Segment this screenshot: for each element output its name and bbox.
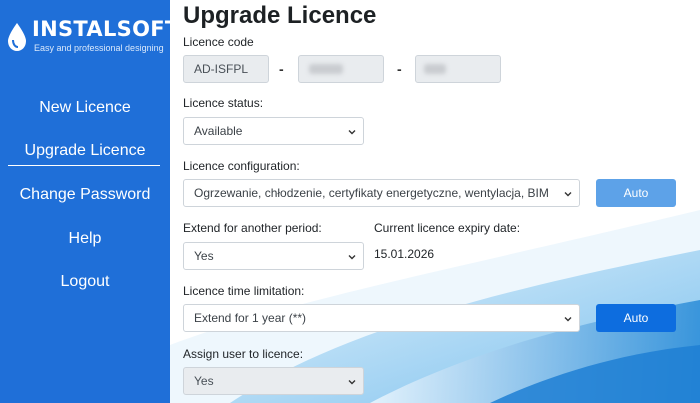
licence-code-part1: AD-ISFPL (183, 55, 269, 83)
extend-period-label: Extend for another period: (183, 221, 322, 235)
sidebar-item-upgrade-licence[interactable]: Upgrade Licence (0, 141, 170, 161)
time-limitation-select[interactable]: Extend for 1 year (**) (183, 304, 580, 332)
chevron-down-icon (348, 380, 356, 385)
sidebar: INSTALSOFT Easy and professional designi… (0, 0, 179, 403)
licence-code-separator-1: - (279, 61, 284, 77)
licence-code-part2 (298, 55, 384, 83)
licence-status-label: Licence status: (183, 96, 264, 110)
sidebar-item-logout[interactable]: Logout (0, 272, 170, 292)
licence-code-separator-2: - (397, 61, 402, 77)
licence-configuration-value: Ogrzewanie, chłodzenie, certyfikaty ener… (194, 186, 549, 200)
licence-configuration-select[interactable]: Ogrzewanie, chłodzenie, certyfikaty ener… (183, 179, 580, 207)
chevron-down-icon (348, 130, 356, 135)
chevron-down-icon (564, 192, 572, 197)
logo-title: INSTALSOFT (32, 17, 180, 41)
chevron-down-icon (348, 255, 356, 260)
sidebar-item-change-password[interactable]: Change Password (0, 185, 170, 205)
licence-configuration-auto-button[interactable]: Auto (596, 179, 676, 207)
main-content: Upgrade Licence Licence code AD-ISFPL - … (170, 0, 700, 403)
water-drop-icon (8, 23, 26, 51)
time-limitation-auto-button[interactable]: Auto (596, 304, 676, 332)
chevron-down-icon (564, 317, 572, 322)
licence-status-value: Available (194, 124, 243, 138)
extend-period-select[interactable]: Yes (183, 242, 364, 270)
sidebar-item-help[interactable]: Help (0, 229, 170, 249)
extend-period-value: Yes (194, 249, 214, 263)
active-nav-underline (8, 165, 160, 166)
page-title: Upgrade Licence (183, 2, 377, 29)
licence-code-part3 (415, 55, 501, 83)
assign-user-value: Yes (194, 374, 214, 388)
expiry-date-label: Current licence expiry date: (374, 221, 521, 235)
licence-status-select[interactable]: Available (183, 117, 364, 145)
sidebar-item-new-licence[interactable]: New Licence (0, 98, 170, 118)
expiry-date-value: 15.01.2026 (374, 247, 435, 261)
licence-configuration-label: Licence configuration: (183, 159, 300, 173)
instalsoft-logo: INSTALSOFT Easy and professional designi… (6, 16, 179, 56)
time-limitation-label: Licence time limitation: (183, 284, 305, 298)
logo-subtitle: Easy and professional designing (34, 43, 164, 53)
assign-user-label: Assign user to licence: (183, 347, 304, 361)
licence-code-label: Licence code (183, 35, 254, 49)
time-limitation-value: Extend for 1 year (**) (194, 311, 307, 325)
assign-user-select[interactable]: Yes (183, 367, 364, 395)
